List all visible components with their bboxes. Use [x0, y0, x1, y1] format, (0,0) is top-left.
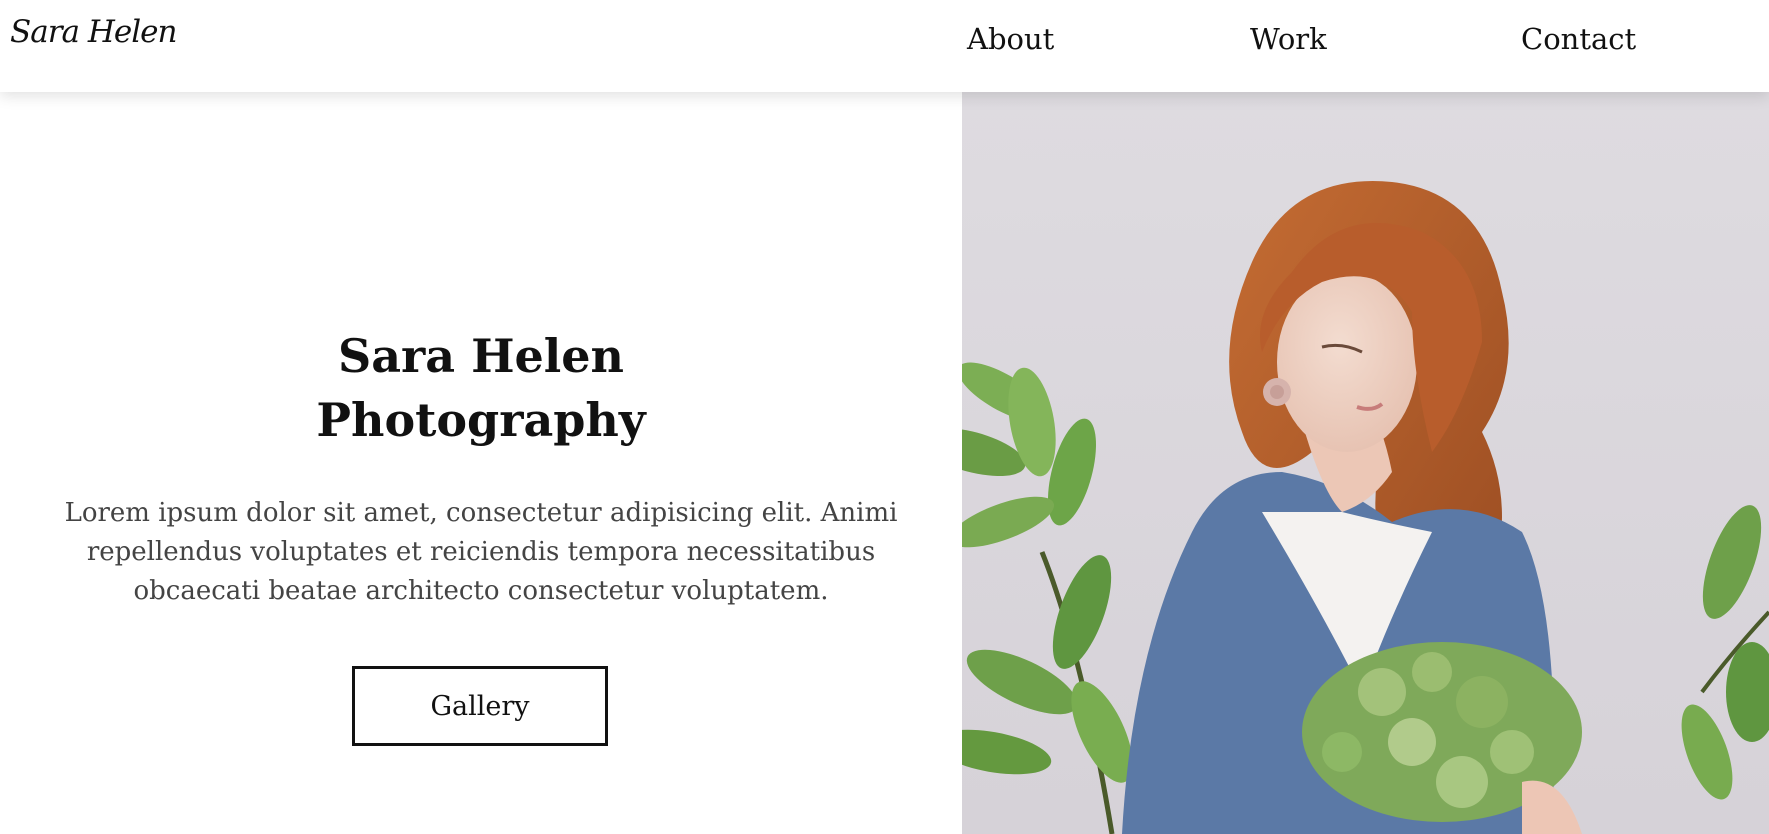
nav-link-work[interactable]: Work	[1250, 22, 1327, 56]
hero-title-line-2: Photography	[316, 393, 646, 447]
site-logo[interactable]: Sara Helen	[10, 14, 177, 50]
nav-link-about[interactable]: About	[967, 22, 1054, 56]
face	[1277, 272, 1417, 452]
site-header: Sara Helen About Work Contact	[0, 0, 1769, 92]
hero-title-line-1: Sara Helen	[338, 329, 624, 383]
nav-link-contact[interactable]: Contact	[1521, 22, 1636, 56]
hero-photo	[962, 92, 1769, 834]
hero-content: Sara Helen Photography Lorem ipsum dolor…	[0, 92, 962, 834]
earring	[1263, 378, 1291, 406]
woman-with-flowers-photo	[962, 92, 1769, 834]
hero-description: Lorem ipsum dolor sit amet, consectetur …	[64, 498, 898, 606]
hero-title: Sara Helen Photography	[0, 324, 962, 452]
gallery-button[interactable]: Gallery	[352, 666, 608, 746]
